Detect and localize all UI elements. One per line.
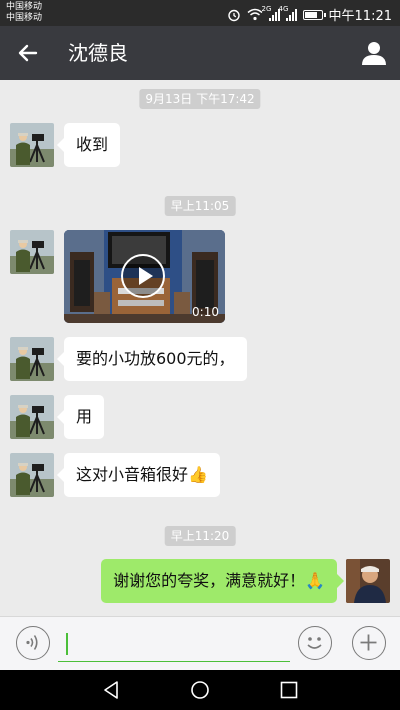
alarm-icon (227, 9, 240, 21)
page-title: 沈德良 (68, 41, 128, 65)
chat-area[interactable]: 9月13日 下午17:42 收到 早上11:05 0:10 要的小功放600元的… (0, 80, 400, 616)
avatar-contact[interactable] (10, 230, 54, 274)
message-bubble[interactable]: 这对小音箱很好👍 (57, 453, 220, 497)
status-bar: 中国移动 中国移动 2G 4G 中午11:21 (0, 0, 400, 26)
nav-back-icon[interactable] (100, 679, 122, 701)
chat-header: 沈德良 (0, 26, 400, 80)
avatar-self[interactable] (346, 559, 390, 603)
battery-icon (302, 9, 326, 20)
timestamp: 早上11:05 (164, 196, 236, 216)
signal-icon-2: 4G (279, 5, 297, 21)
person-icon[interactable] (360, 39, 388, 67)
timestamp: 9月13日 下午17:42 (139, 89, 261, 109)
avatar-contact[interactable] (10, 123, 54, 167)
emoji-icon[interactable] (298, 626, 332, 660)
avatar-contact[interactable] (10, 395, 54, 439)
plus-icon[interactable] (352, 626, 386, 660)
message-bubble-sent[interactable]: 谢谢您的夸奖，满意就好！🙏 (101, 559, 344, 603)
message-bubble[interactable]: 要的小功放600元的， (57, 337, 247, 381)
system-nav-bar (0, 670, 400, 710)
carrier-2: 中国移动 (6, 13, 43, 23)
message-input[interactable] (58, 629, 290, 662)
avatar-contact[interactable] (10, 453, 54, 497)
clock: 中午11:21 (328, 9, 392, 24)
nav-home-icon[interactable] (189, 679, 211, 701)
arrow-left-icon[interactable] (14, 39, 42, 67)
play-icon[interactable] (121, 254, 165, 298)
video-message[interactable]: 0:10 (64, 230, 225, 323)
avatar-contact[interactable] (10, 337, 54, 381)
message-bubble[interactable]: 收到 (56, 123, 121, 167)
wifi-icon (247, 8, 263, 21)
input-bar (0, 616, 400, 670)
nav-recent-icon[interactable] (278, 679, 300, 701)
carrier-1: 中国移动 (6, 2, 43, 12)
voice-icon[interactable] (16, 626, 50, 660)
video-duration: 0:10 (192, 305, 219, 319)
text-cursor (66, 633, 68, 655)
message-bubble[interactable]: 用 (56, 395, 105, 439)
timestamp: 早上11:20 (164, 526, 236, 546)
